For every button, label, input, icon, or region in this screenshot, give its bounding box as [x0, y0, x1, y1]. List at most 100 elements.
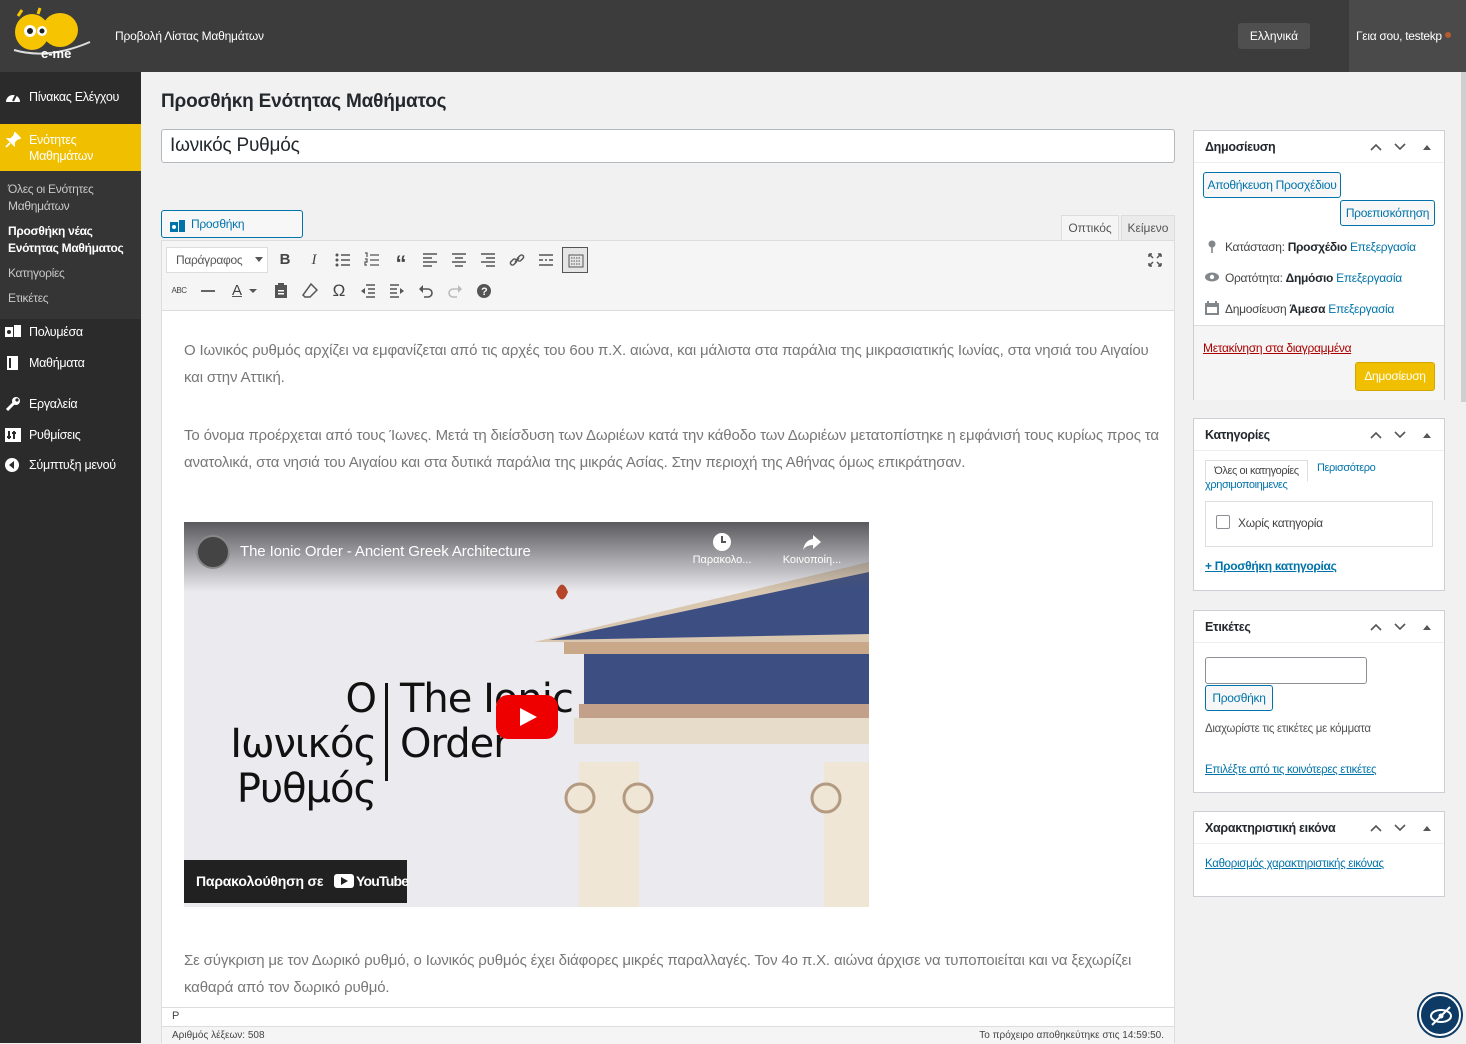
admin-sidebar: Πίνακας Ελέγχου Ενότητες Μαθημάτων Όλες … [0, 72, 141, 1043]
move-down-icon[interactable] [1394, 623, 1406, 631]
share-icon [803, 535, 821, 550]
add-media-button[interactable]: Προσθήκη Πολυμέσων [161, 210, 303, 257]
redo-icon[interactable] [442, 278, 468, 304]
sidebar-item-dashboard[interactable]: Πίνακας Ελέγχου [0, 82, 141, 112]
category-checklist: Χωρίς κατηγορία [1205, 501, 1433, 547]
indent-icon[interactable] [384, 278, 410, 304]
tab-text[interactable]: Κείμενο [1121, 215, 1175, 241]
save-draft-button[interactable]: Αποθήκευση Προσχέδιου [1203, 172, 1341, 198]
dashboard-icon [5, 90, 21, 104]
sidebar-item-course-units[interactable]: Ενότητες Μαθημάτων [0, 124, 141, 171]
move-up-icon[interactable] [1370, 431, 1382, 439]
bold-icon[interactable]: B [272, 247, 298, 273]
sidebar-item-collapse-menu[interactable]: Σύμπτυξη μενού [0, 450, 141, 480]
watch-later-button[interactable]: Παρακολο... [682, 532, 762, 566]
submenu-all-units[interactable]: Όλες οι Ενότητες Μαθημάτων [8, 181, 138, 215]
edit-visibility-link[interactable]: Επεξεργασία [1336, 271, 1402, 285]
box-title: Κατηγορίες [1205, 428, 1270, 442]
move-to-trash-link[interactable]: Μετακίνηση στα διαγραμμένα [1203, 341, 1352, 355]
post-title-input[interactable]: Ιωνικός Ρυθμός [161, 129, 1175, 163]
tags-box-header[interactable]: Ετικέτες [1194, 611, 1444, 643]
language-button[interactable]: Ελληνικά [1238, 23, 1310, 49]
fullscreen-icon[interactable] [1142, 247, 1168, 273]
toggle-panel-icon[interactable] [1423, 144, 1431, 150]
embedded-video[interactable]: The Ionic Order - Ancient Greek Architec… [184, 522, 869, 907]
add-tag-button[interactable]: Προσθήκη [1205, 685, 1273, 711]
publish-box-header[interactable]: Δημοσίευση [1194, 131, 1444, 163]
box-title: Ετικέτες [1205, 620, 1251, 634]
category-checkbox[interactable] [1216, 515, 1230, 529]
chevron-down-icon[interactable] [247, 278, 259, 304]
watch-on-youtube-button[interactable]: Παρακολούθηση σε YouTube [184, 860, 409, 903]
move-down-icon[interactable] [1394, 824, 1406, 832]
toggle-panel-icon[interactable] [1423, 432, 1431, 438]
submenu-categories[interactable]: Κατηγορίες [8, 265, 138, 282]
svg-text:e-me: e-me [41, 46, 71, 61]
channel-avatar[interactable] [196, 535, 230, 569]
submenu-add-unit[interactable]: Προσθήκη νέας Ενότητας Μαθήματος [8, 223, 138, 257]
scrollbar[interactable] [1461, 72, 1466, 402]
sidebar-item-label: Πίνακας Ελέγχου [29, 90, 120, 104]
tab-all-categories[interactable]: Όλες οι κατηγορίες [1205, 460, 1308, 482]
svg-text:?: ? [481, 286, 488, 298]
edit-status-link[interactable]: Επεξεργασία [1350, 240, 1416, 254]
featured-image-box-header[interactable]: Χαρακτηριστική εικόνα [1194, 812, 1444, 844]
submenu-tags[interactable]: Ετικέτες [8, 290, 138, 307]
outdent-icon[interactable] [355, 278, 381, 304]
horizontal-line-icon[interactable] [195, 278, 221, 304]
collapse-icon [5, 458, 21, 472]
toolbar-toggle-icon[interactable] [562, 247, 588, 273]
toggle-panel-icon[interactable] [1423, 624, 1431, 630]
edit-schedule-link[interactable]: Επεξεργασία [1328, 302, 1394, 316]
tab-visual[interactable]: Οπτικός [1061, 215, 1119, 241]
move-down-icon[interactable] [1394, 431, 1406, 439]
move-up-icon[interactable] [1370, 143, 1382, 151]
status-label: Κατάσταση: [1225, 240, 1285, 254]
preview-button[interactable]: Προεπισκόπηση [1340, 200, 1435, 226]
blockquote-icon[interactable]: “ [388, 247, 414, 276]
editor-toolbar: Παράγραφος B I “ ABC A Ω ? [162, 241, 1174, 311]
help-icon[interactable]: ? [471, 278, 497, 304]
link-icon[interactable] [504, 247, 530, 273]
move-up-icon[interactable] [1370, 824, 1382, 832]
undo-icon[interactable] [413, 278, 439, 304]
special-character-icon[interactable]: Ω [326, 278, 352, 304]
editor-content[interactable]: Ο Ιωνικός ρυθμός αρχίζει να εμφανίζεται … [184, 337, 1164, 507]
status-value: Προσχέδιο [1287, 240, 1348, 254]
sidebar-item-media[interactable]: Πολυμέσα [0, 317, 141, 347]
accessibility-button[interactable] [1419, 994, 1461, 1036]
new-tag-input[interactable] [1205, 657, 1367, 684]
categories-box-header[interactable]: Κατηγορίες [1194, 419, 1444, 451]
video-title[interactable]: The Ionic Order - Ancient Greek Architec… [240, 543, 531, 560]
align-right-icon[interactable] [475, 247, 501, 273]
share-button[interactable]: Κοινοποίη... [772, 532, 852, 566]
toggle-panel-icon[interactable] [1423, 825, 1431, 831]
format-select[interactable]: Παράγραφος [166, 247, 268, 273]
sidebar-item-settings[interactable]: Ρυθμίσεις [0, 420, 141, 450]
align-center-icon[interactable] [446, 247, 472, 273]
view-courses-link[interactable]: Προβολή Λίστας Μαθημάτων [115, 29, 264, 43]
strikethrough-icon[interactable]: ABC [166, 278, 192, 304]
user-account-menu[interactable]: Γεια σου, testekp [1349, 0, 1466, 72]
sidebar-item-courses[interactable]: Μαθήματα [0, 348, 141, 378]
choose-popular-tags-link[interactable]: Επιλέξτε από τις κοινότερες ετικέτες [1205, 764, 1377, 776]
move-up-icon[interactable] [1370, 623, 1382, 631]
sidebar-item-tools[interactable]: Εργαλεία [0, 389, 141, 419]
read-more-icon[interactable] [533, 247, 559, 273]
paragraph[interactable]: Σε σύγκριση με τον Δωρικό ρυθμό, ο Ιωνικ… [184, 947, 1169, 1001]
add-category-link[interactable]: + Προσθήκη κατηγορίας [1205, 559, 1337, 573]
numbered-list-icon[interactable] [359, 247, 385, 273]
align-left-icon[interactable] [417, 247, 443, 273]
publish-label: Δημοσίευση [1225, 302, 1287, 316]
hidden-eye-icon [1430, 1006, 1452, 1026]
play-button-icon[interactable] [496, 695, 558, 739]
word-count: Αριθμός λέξεων: 508 [172, 1030, 265, 1041]
e-me-logo[interactable]: e-me [8, 6, 100, 64]
clear-formatting-icon[interactable] [297, 278, 323, 304]
italic-icon[interactable]: I [301, 247, 327, 273]
set-featured-image-link[interactable]: Καθορισμός χαρακτηριστικής εικόνας [1205, 858, 1384, 870]
publish-button[interactable]: Δημοσίευση [1355, 362, 1435, 391]
bullet-list-icon[interactable] [330, 247, 356, 273]
paste-text-icon[interactable] [268, 278, 294, 304]
move-down-icon[interactable] [1394, 143, 1406, 151]
